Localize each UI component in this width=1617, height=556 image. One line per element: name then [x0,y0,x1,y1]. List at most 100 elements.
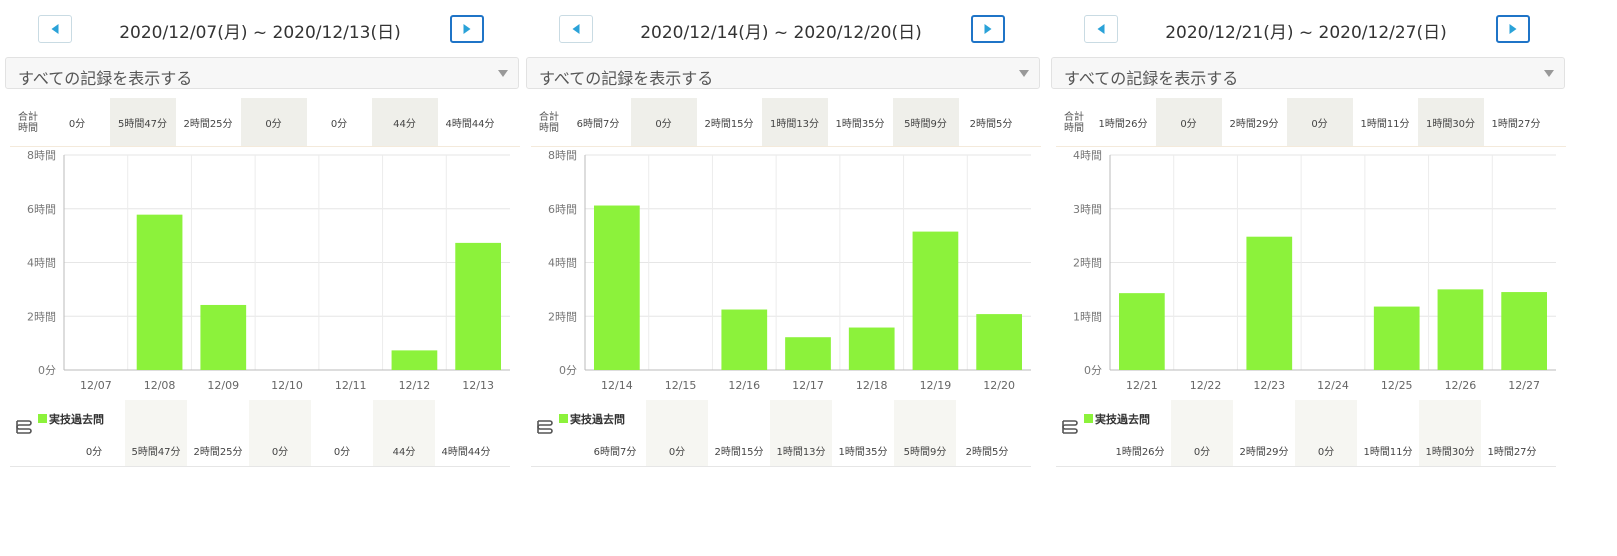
daily-total-cell: 0分 [240,98,307,146]
record-filter-value: すべての記録を表示する [1064,69,1239,88]
legend-swatch [1084,414,1093,423]
y-tick-label: 3時間 [1073,203,1102,216]
daily-total-cell: 0分 [1155,98,1222,146]
x-tick-label: 12/18 [856,379,888,392]
week-panel: 2020/12/14(月) ~ 2020/12/20(日) すべての記録を表示す… [521,0,1041,480]
x-tick-label: 12/21 [1126,379,1158,392]
legend-value-cell: 4時間44分 [441,447,491,458]
dropdown-caret-icon [1544,70,1554,77]
caret-right-icon [1509,24,1517,34]
daily-total-cell: 0分 [1286,98,1353,146]
legend-value-cell: 6時間7分 [593,447,637,458]
x-tick-label: 12/09 [207,379,239,392]
caret-right-icon [463,24,471,34]
daily-total-cell: 0分 [630,98,697,146]
legend-swatch [559,414,568,423]
daily-total-cell: 6時間7分 [576,118,620,130]
daily-total-cell: 0分 [68,118,86,130]
bar [912,231,959,370]
week-range-title: 2020/12/07(月) ~ 2020/12/13(日) [119,23,401,43]
bar [721,309,768,370]
caret-left-icon [572,24,580,34]
x-tick-label: 12/23 [1253,379,1285,392]
record-filter-select[interactable]: すべての記録を表示する [5,57,519,89]
bar [594,205,640,370]
bar [391,350,438,370]
daily-total-cell: 1時間11分 [1360,118,1410,130]
next-week-button[interactable] [971,15,1005,43]
legend-value-cell: 5時間9分 [894,400,956,466]
x-tick-label: 12/26 [1445,379,1477,392]
bar [1246,236,1293,370]
y-tick-label: 4時間 [548,257,577,270]
week-range-title: 2020/12/14(月) ~ 2020/12/20(日) [640,23,922,43]
x-tick-label: 12/17 [792,379,824,392]
caret-left-icon [51,24,59,34]
study-time-bar-chart: 0分 1時間 2時間 3時間 4時間 12/21 12/22 12/23 12/24 12/25 1… [1073,149,1556,392]
week-panel: 2020/12/21(月) ~ 2020/12/27(日) すべての記録を表示す… [1046,0,1566,480]
legend-value-cell: 1時間11分 [1363,447,1413,458]
daily-total-cell: 2時間15分 [704,118,754,130]
bar [1437,289,1484,370]
daily-total-cell: 5時間9分 [892,98,959,146]
totals-label: 合計 時間 [18,112,38,134]
x-tick-label: 12/14 [601,379,633,392]
legend-value-cell: 0分 [333,447,351,458]
y-tick-label: 0分 [559,364,577,377]
daily-total-cell: 1時間30分 [1417,98,1484,146]
next-week-button[interactable] [1496,15,1530,43]
y-tick-label: 4時間 [1073,149,1102,162]
legend-row: 実技過去問 0分 5時間47分 2時間25分 0分 0分 44分 4時間44分 [10,400,510,467]
dropdown-caret-icon [1019,70,1029,77]
x-tick-label: 12/08 [144,379,176,392]
legend-value-cell: 1時間27分 [1487,447,1537,458]
writing-hand-icon [16,420,32,434]
bar [1501,292,1547,370]
legend-row: 実技過去問 1時間26分 0分 2時間29分 0分 1時間11分 1時間30分 1時間27分 [1056,400,1556,467]
x-tick-label: 12/10 [271,379,303,392]
y-tick-label: 2時間 [548,310,577,323]
legend-value-cell: 0分 [85,447,103,458]
legend-value-cell: 1時間30分 [1419,400,1481,466]
bar [976,314,1022,370]
legend-value-cell: 2時間25分 [193,447,243,458]
y-tick-label: 0分 [38,364,56,377]
y-tick-label: 1時間 [1073,310,1102,323]
x-tick-label: 12/24 [1317,379,1349,392]
legend-value-cell: 2時間29分 [1239,447,1289,458]
x-tick-label: 12/16 [728,379,760,392]
x-tick-label: 12/25 [1381,379,1413,392]
x-tick-label: 12/11 [335,379,367,392]
legend-value-cell: 1時間35分 [838,447,888,458]
y-tick-label: 8時間 [548,149,577,162]
week-panel: 2020/12/07(月) ~ 2020/12/13(日) すべての記録を表示す… [0,0,520,480]
y-tick-label: 6時間 [27,203,56,216]
y-tick-label: 2時間 [27,310,56,323]
record-filter-value: すべての記録を表示する [18,69,193,88]
next-week-button[interactable] [450,15,484,43]
legend-swatch [38,414,47,423]
bar [1119,293,1165,370]
legend-value-cell: 0分 [249,400,311,466]
bar [136,214,183,370]
record-filter-select[interactable]: すべての記録を表示する [526,57,1040,89]
x-tick-label: 12/12 [399,379,431,392]
record-filter-select[interactable]: すべての記録を表示する [1051,57,1565,89]
daily-total-cell: 2時間25分 [183,118,233,130]
y-tick-label: 4時間 [27,257,56,270]
y-tick-label: 2時間 [1073,257,1102,270]
legend-value-cell: 0分 [1295,400,1357,466]
y-tick-label: 0分 [1084,364,1102,377]
x-tick-label: 12/15 [665,379,697,392]
daily-total-cell: 2時間5分 [969,118,1013,130]
legend-value-cell: 2時間15分 [714,447,764,458]
x-tick-label: 12/13 [462,379,494,392]
writing-hand-icon [1062,420,1078,434]
bar [1373,306,1420,370]
legend-row: 実技過去問 6時間7分 0分 2時間15分 1時間13分 1時間35分 5時間9分 2時間5… [531,400,1031,467]
daily-total-cell: 1時間26分 [1098,118,1148,130]
legend-value-cell: 2時間5分 [965,447,1009,458]
caret-right-icon [984,24,992,34]
daily-total-cell: 4時間44分 [445,118,495,130]
daily-total-cell: 1時間27分 [1491,118,1541,130]
